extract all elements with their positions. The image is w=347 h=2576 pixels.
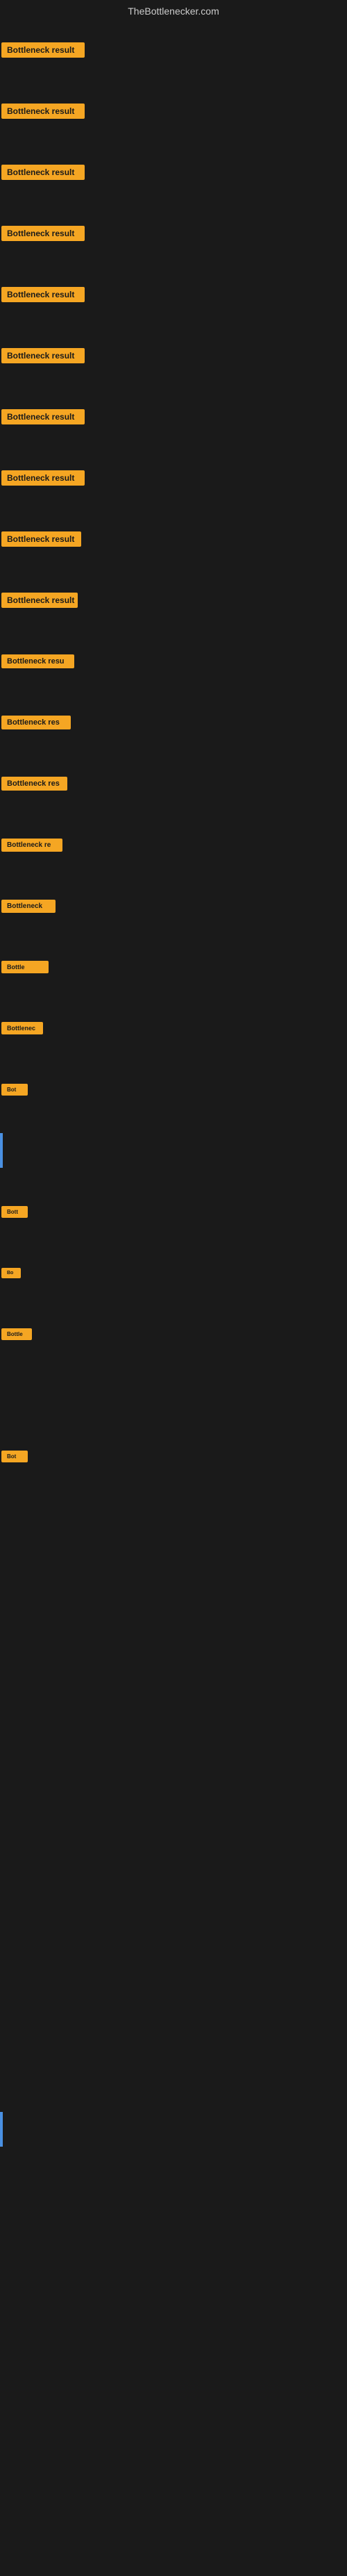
bottleneck-badge-14: Bottleneck re [1, 839, 62, 852]
bottleneck-row-16: Bottle [0, 936, 347, 998]
bottleneck-row-3: Bottleneck result [0, 142, 347, 203]
bottleneck-row-14: Bottleneck re [0, 814, 347, 875]
bottleneck-badge-20: Bott [1, 1206, 28, 1218]
bottleneck-badge-7: Bottleneck result [1, 409, 85, 424]
bottleneck-row-17: Bottlenec [0, 998, 347, 1059]
bottleneck-badge-11: Bottleneck resu [1, 654, 74, 668]
bottleneck-badge-4: Bottleneck result [1, 226, 85, 241]
bottleneck-row-21: Bo [0, 1242, 347, 1303]
bottleneck-badge-18: Bot [1, 1084, 28, 1096]
bottleneck-badge-8: Bottleneck result [1, 470, 85, 486]
bottleneck-row-18: Bot [0, 1059, 347, 1120]
bottleneck-row-10: Bottleneck result [0, 570, 347, 631]
bottom-cursor-indicator [0, 2112, 3, 2147]
bottleneck-row-19 [0, 1120, 347, 1181]
bottleneck-badge-10: Bottleneck result [1, 593, 78, 608]
site-header: TheBottlenecker.com [0, 0, 347, 19]
bottleneck-row-22: Bottle [0, 1303, 347, 1364]
bottleneck-row-15: Bottleneck [0, 875, 347, 936]
bottleneck-badge-3: Bottleneck result [1, 165, 85, 180]
bottleneck-row-24: Bot [0, 1426, 347, 1487]
bottleneck-row-8: Bottleneck result [0, 447, 347, 509]
bottom-cursor-row [0, 2098, 347, 2159]
bottleneck-row-4: Bottleneck result [0, 203, 347, 264]
bottleneck-row-7: Bottleneck result [0, 386, 347, 447]
cursor-indicator-19 [0, 1133, 3, 1168]
bottleneck-row-12: Bottleneck res [0, 692, 347, 753]
final-empty-space [0, 2159, 347, 2576]
bottleneck-row-5: Bottleneck result [0, 264, 347, 325]
bottleneck-badge-6: Bottleneck result [1, 348, 85, 363]
bottleneck-row-20: Bott [0, 1181, 347, 1242]
bottleneck-row-6: Bottleneck result [0, 325, 347, 386]
bottleneck-badge-16: Bottle [1, 961, 49, 973]
bottleneck-badge-15: Bottleneck [1, 900, 56, 913]
bottleneck-row-11: Bottleneck resu [0, 631, 347, 692]
bottleneck-row-23-empty [0, 1364, 347, 1426]
bottleneck-badge-13: Bottleneck res [1, 777, 67, 791]
bottleneck-row-9: Bottleneck result [0, 509, 347, 570]
bottleneck-row-1: Bottleneck result [0, 19, 347, 81]
bottleneck-badge-5: Bottleneck result [1, 287, 85, 302]
bottleneck-badge-21: Bo [1, 1268, 21, 1278]
bottleneck-badge-12: Bottleneck res [1, 716, 71, 729]
bottleneck-row-13: Bottleneck res [0, 753, 347, 814]
bottleneck-badge-17: Bottlenec [1, 1022, 43, 1034]
bottleneck-row-2: Bottleneck result [0, 81, 347, 142]
bottleneck-badge-2: Bottleneck result [1, 104, 85, 119]
bottleneck-badge-24: Bot [1, 1451, 28, 1462]
bottleneck-badge-22: Bottle [1, 1328, 32, 1340]
empty-section [0, 1487, 347, 2098]
site-title: TheBottlenecker.com [0, 0, 347, 19]
bottleneck-badge-9: Bottleneck result [1, 531, 81, 547]
bottleneck-badge-1: Bottleneck result [1, 42, 85, 58]
